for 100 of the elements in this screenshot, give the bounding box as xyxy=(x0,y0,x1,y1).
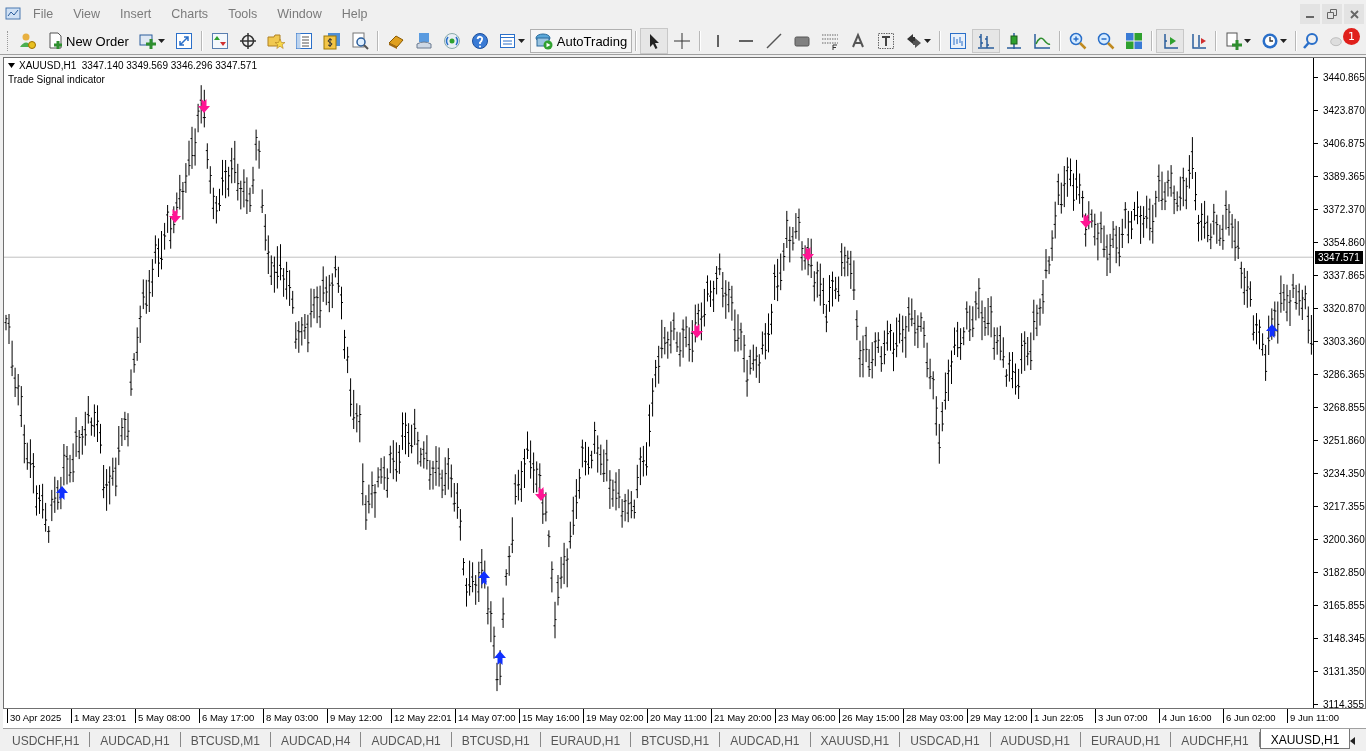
price-label: 3165.855 xyxy=(1314,589,1365,622)
chart-tab[interactable]: XAUUSD,H1 xyxy=(1259,729,1351,749)
menu-item[interactable]: Insert xyxy=(111,7,161,21)
price-label: 3268.855 xyxy=(1314,391,1365,424)
profiles-icon[interactable] xyxy=(19,32,37,50)
time-label: 28 May 03:00 xyxy=(903,709,967,723)
folder-star-icon[interactable] xyxy=(266,32,285,50)
symbol-quote: XAUUSD,H1 3347.140 3349.569 3346.296 3347.571 xyxy=(19,60,257,71)
fibonacci-icon[interactable] xyxy=(821,32,840,50)
price-label: 3200.360 xyxy=(1314,523,1365,556)
chart-type-button[interactable] xyxy=(972,29,1001,53)
menu-item[interactable]: Help xyxy=(332,7,377,21)
trend-line-icon[interactable] xyxy=(765,32,784,50)
chart-tab[interactable]: USDCAD,H1 xyxy=(900,732,991,747)
caret-icon[interactable] xyxy=(1280,39,1288,43)
up-arrow-icon xyxy=(494,651,506,665)
app-logo-icon[interactable] xyxy=(4,5,22,23)
text-box-icon[interactable] xyxy=(877,32,896,50)
market-watch-icon[interactable] xyxy=(210,32,229,50)
chart-plus-icon[interactable] xyxy=(138,32,157,50)
chart-tab[interactable]: EURAUD,H1 xyxy=(1080,732,1172,747)
caret-icon[interactable] xyxy=(924,39,932,43)
up-arrow-icon xyxy=(478,571,490,585)
minimize-button[interactable] xyxy=(1300,4,1320,24)
notification-badge: 1 xyxy=(1343,27,1360,45)
time-label: 6 May 17:00 xyxy=(199,709,263,723)
chart-tab[interactable]: AUDUSD,H1 xyxy=(990,732,1081,747)
help-icon[interactable] xyxy=(470,32,489,50)
down-arrow-icon xyxy=(535,487,547,501)
expand-icon[interactable] xyxy=(174,32,193,50)
time-label: 9 May 12:00 xyxy=(327,709,391,723)
time-label: 3 Jun 07:00 xyxy=(1095,709,1159,723)
time-label: 29 May 12:00 xyxy=(967,709,1031,723)
time-label: 4 Jun 16:00 xyxy=(1159,709,1223,723)
price-label: 3148.345 xyxy=(1314,622,1365,655)
up-arrow-icon xyxy=(1266,324,1278,338)
menu-item[interactable]: View xyxy=(64,7,110,21)
properties-icon[interactable] xyxy=(949,32,968,50)
template-plus-icon[interactable] xyxy=(1225,32,1244,50)
down-arrow-icon xyxy=(691,324,703,338)
chart-tab[interactable]: BTCUSD,M1 xyxy=(180,732,272,747)
dollar-icon[interactable] xyxy=(322,32,341,50)
zoom-in-icon[interactable] xyxy=(1069,32,1088,50)
time-label: 14 May 07:00 xyxy=(455,709,519,723)
menu-item[interactable]: Window xyxy=(268,7,331,21)
candles-chart-icon xyxy=(1005,32,1024,50)
chart-tab[interactable]: BTCUSD,H1 xyxy=(451,732,541,747)
time-label: 26 May 15:00 xyxy=(839,709,903,723)
caret-icon[interactable] xyxy=(517,39,525,43)
time-label: 6 Jun 02:00 xyxy=(1223,709,1287,723)
price-label: 3131.350 xyxy=(1314,655,1365,688)
chart-tab[interactable]: AUDCHF,H1 xyxy=(1171,732,1260,747)
price-label: 3423.870 xyxy=(1314,94,1365,127)
close-button[interactable] xyxy=(1344,4,1364,24)
auto-scroll-icon xyxy=(1161,32,1180,50)
document-plus-icon[interactable] xyxy=(47,32,65,50)
clock-icon[interactable] xyxy=(1261,32,1280,50)
price-label: 3286.365 xyxy=(1314,358,1365,391)
auto-scroll-button[interactable] xyxy=(1156,29,1185,53)
chart-tab[interactable]: EURAUD,H1 xyxy=(540,732,632,747)
price-label: 3234.350 xyxy=(1314,457,1365,490)
search-icon[interactable] xyxy=(1302,32,1320,50)
chart-tab[interactable]: USDCHF,H1 xyxy=(2,732,91,747)
crosshair-circle-icon[interactable] xyxy=(238,32,257,50)
bars-chart-icon xyxy=(977,32,996,50)
chart-tab[interactable]: AUDCAD,H4 xyxy=(271,732,362,747)
chart-tab[interactable]: XAUUSD,H1 xyxy=(810,732,901,747)
zoom-out-icon[interactable] xyxy=(1097,32,1116,50)
chart-tab[interactable]: AUDCAD,H1 xyxy=(361,732,452,747)
crosshair-icon[interactable] xyxy=(673,32,692,50)
signal-icon[interactable] xyxy=(442,32,461,50)
menu-item[interactable]: Charts xyxy=(162,7,218,21)
auto-trading-button[interactable]: AutoTrading xyxy=(529,29,633,53)
time-label: 30 Apr 2025 xyxy=(7,709,71,723)
chart-tab[interactable]: BTCUSD,H1 xyxy=(631,732,721,747)
caret-icon[interactable] xyxy=(157,39,165,43)
chart-tab[interactable]: AUDCAD,H1 xyxy=(720,732,811,747)
down-arrow-icon xyxy=(802,247,814,261)
menu-item[interactable]: File xyxy=(24,7,63,21)
menu-item[interactable]: Tools xyxy=(219,7,267,21)
price-label: 3303.360 xyxy=(1314,325,1365,358)
new-order-button[interactable]: New Order xyxy=(42,29,134,53)
chart-shift-icon xyxy=(1189,32,1208,50)
window-settings-icon[interactable] xyxy=(498,32,517,50)
price-label: 3372.370 xyxy=(1314,193,1365,226)
collapse-triangle-icon[interactable] xyxy=(8,63,15,68)
restore-icon xyxy=(1327,9,1337,19)
price-label: 3406.875 xyxy=(1314,127,1365,160)
close-icon xyxy=(1349,9,1359,19)
list-window-icon[interactable] xyxy=(294,32,313,50)
tile-windows-icon[interactable] xyxy=(1125,32,1144,50)
current-price-tag: 3347.571 xyxy=(1315,250,1363,264)
caret-icon[interactable] xyxy=(1244,39,1252,43)
time-label: 1 May 23:01 xyxy=(71,709,135,723)
magnifier-document-icon[interactable] xyxy=(350,32,369,50)
time-label: 23 May 06:00 xyxy=(775,709,839,723)
restore-button[interactable] xyxy=(1322,4,1342,24)
down-arrow-icon xyxy=(1080,214,1092,228)
chart-tab[interactable]: AUDCAD,H1 xyxy=(90,732,181,747)
line-chart-icon xyxy=(1033,32,1052,50)
